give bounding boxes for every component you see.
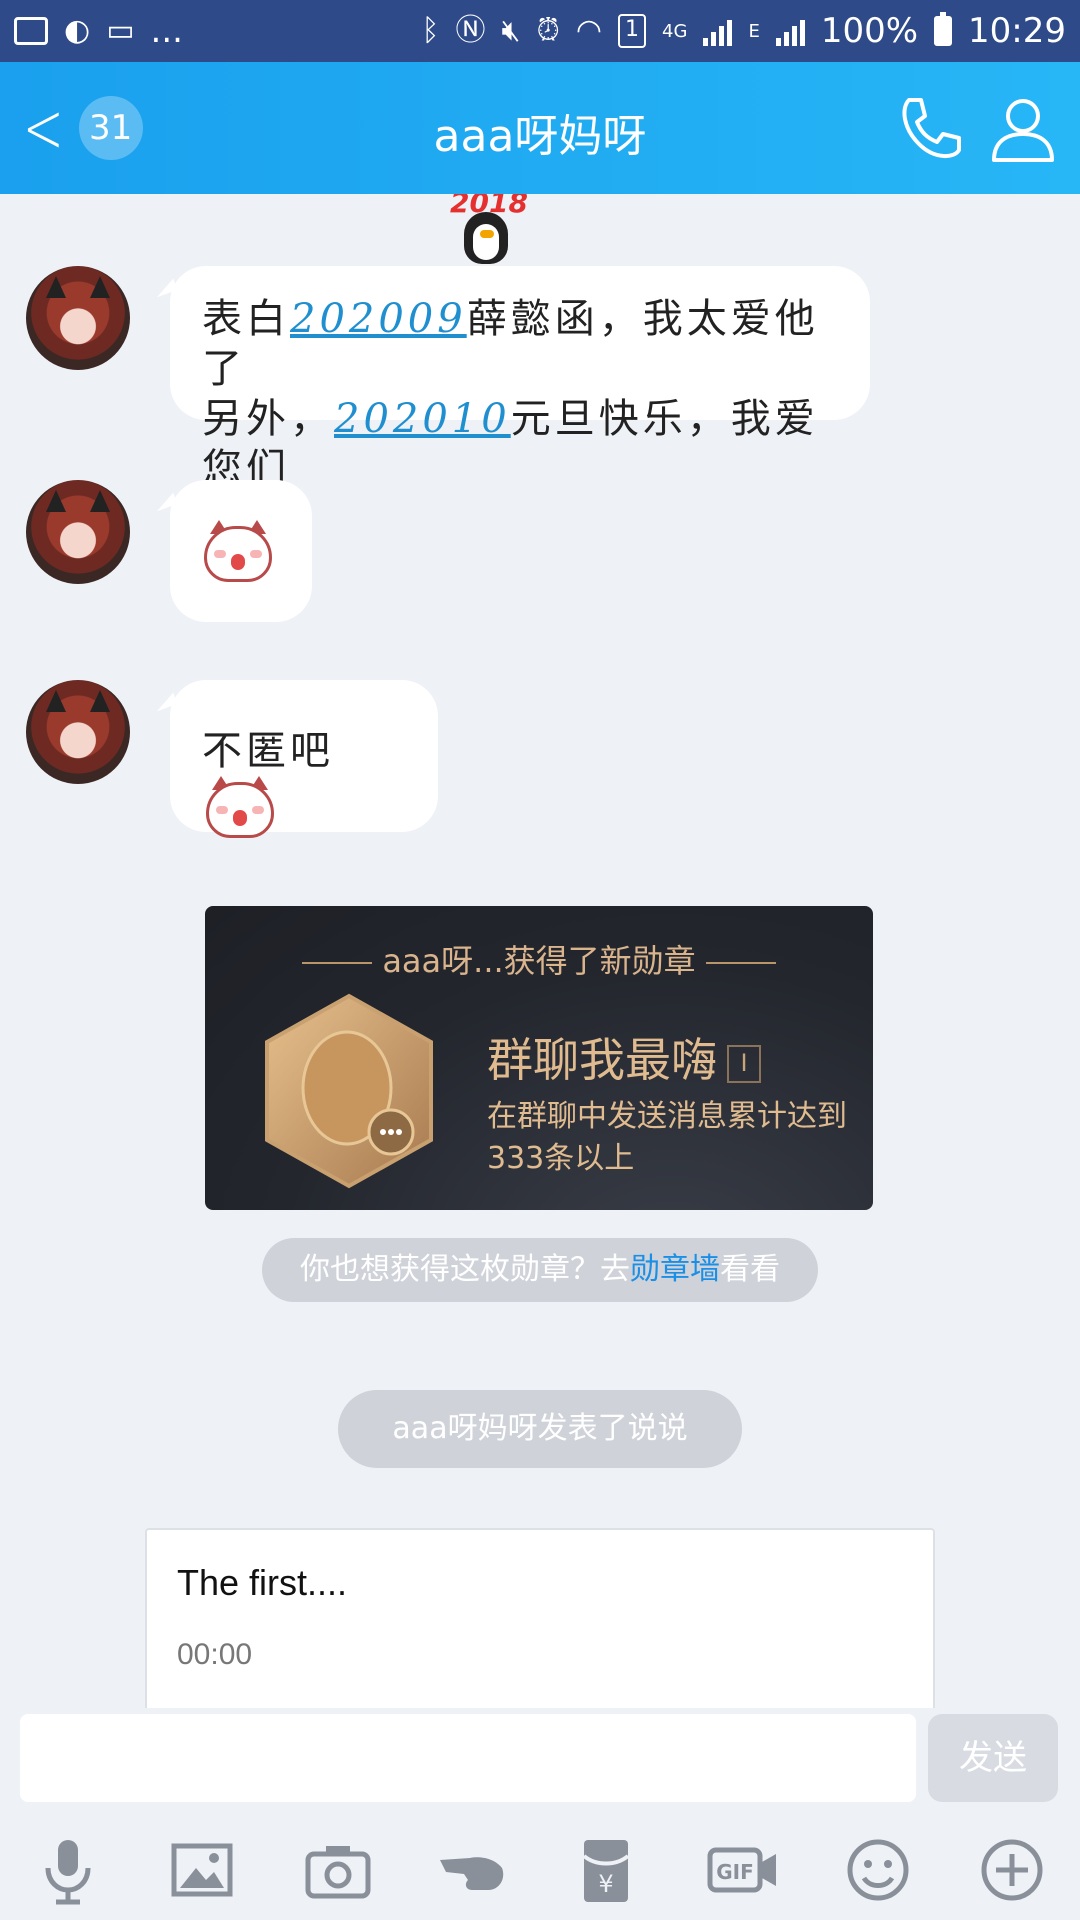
signal-strength-icon <box>703 16 733 46</box>
message-text-part: 另外， <box>202 396 334 442</box>
medal-badge-icon <box>265 993 433 1189</box>
svg-text:GIF: GIF <box>716 1860 754 1884</box>
composer-toolbar: ¥ GIF <box>0 1818 1080 1920</box>
shared-post-title: The first.... <box>177 1562 348 1603</box>
cat-covering-face-icon <box>200 520 276 586</box>
status-bar: ◐ ▭ ... ᛒ Ⓝ 🔇︎ ⏰︎ ◠ 1 4G E 100% 10:29 <box>0 0 1080 62</box>
post-notice-pill[interactable]: aaa呀妈呀发表了说说 <box>338 1390 742 1468</box>
gif-icon[interactable]: GIF <box>706 1834 778 1906</box>
message-text-part: 不匿吧 <box>202 728 334 774</box>
alarm-icon: ⏰︎ <box>536 13 560 48</box>
mute-icon: 🔇︎ <box>501 13 521 48</box>
battery-percent: 100% <box>820 11 919 51</box>
red-packet-icon[interactable]: ¥ <box>570 1834 642 1906</box>
nfc-icon: Ⓝ <box>455 13 486 48</box>
more-notifications-label: ... <box>150 11 183 51</box>
sender-avatar[interactable] <box>26 266 130 370</box>
emoji-icon[interactable] <box>842 1834 914 1906</box>
microphone-icon[interactable] <box>32 1834 104 1906</box>
medal-prompt-prefix: 你也想获得这枚勋章？去 <box>300 1252 630 1287</box>
message-bubble[interactable]: 不匿吧 <box>170 680 438 838</box>
plus-icon[interactable] <box>976 1834 1048 1906</box>
image-icon[interactable] <box>166 1834 238 1906</box>
edge-label: E <box>748 20 760 42</box>
profile-icon[interactable] <box>990 94 1056 164</box>
medal-description: 在群聊中发送消息累计达到333条以上 <box>487 1099 847 1176</box>
app-notification-icon: ◐ <box>64 13 91 48</box>
sim-slot-indicator: 1 <box>618 14 647 48</box>
medal-header: aaa呀...获得了新勋章 <box>205 936 873 982</box>
send-button[interactable]: 发送 <box>928 1714 1058 1802</box>
message-link[interactable]: 202009 <box>290 296 467 342</box>
chat-header: < 31 aaa呀妈呀 <box>0 62 1080 194</box>
network-type-label: 4G <box>662 20 688 42</box>
medal-name: 群聊我最嗨 I <box>487 1024 761 1090</box>
medal-wall-link[interactable]: 勋章墙 <box>630 1252 720 1287</box>
cat-laughing-icon <box>202 776 278 842</box>
wifi-icon: ◠ <box>575 13 603 48</box>
sender-avatar[interactable] <box>26 680 130 784</box>
shared-post-time: 00:00 <box>177 1638 253 1671</box>
clock: 10:29 <box>968 11 1066 51</box>
medal-level-badge: I <box>727 1044 761 1083</box>
svg-text:¥: ¥ <box>598 1870 613 1898</box>
penguin-2018-sticker: 2018 <box>440 194 530 268</box>
sticker-bubble[interactable] <box>170 480 312 622</box>
phone-icon[interactable] <box>895 94 965 164</box>
camera-icon[interactable] <box>302 1834 374 1906</box>
poke-icon[interactable] <box>436 1834 508 1906</box>
message-text: 不匿吧 <box>170 680 438 870</box>
gallery-notification-icon <box>14 17 48 45</box>
bluetooth-icon: ᛒ <box>421 13 440 48</box>
signal-strength-icon-2 <box>775 16 805 46</box>
message-input[interactable] <box>20 1714 916 1802</box>
message-text-part: 表白 <box>202 296 290 342</box>
medal-prompt-pill: 你也想获得这枚勋章？去勋章墙看看 <box>262 1238 818 1302</box>
medal-header-text: aaa呀...获得了新勋章 <box>382 942 696 980</box>
message-bubble[interactable]: 表白202009薛懿函，我太爱他了 另外，202010元旦快乐，我爱您们 <box>170 266 870 492</box>
sender-avatar[interactable] <box>26 480 130 584</box>
medal-card[interactable]: aaa呀...获得了新勋章 群聊我最嗨 I 在群聊中发送消息累计达到333条以上 <box>205 906 873 1210</box>
medal-prompt-suffix: 看看 <box>720 1252 780 1287</box>
shared-post-card[interactable]: The first.... 00:00 <box>145 1528 935 1708</box>
medal-name-text: 群聊我最嗨 <box>487 1033 717 1087</box>
message-notification-icon: ▭ <box>106 13 135 48</box>
message-link[interactable]: 202010 <box>334 396 511 442</box>
chat-message-list[interactable]: 2018 表白202009薛懿函，我太爱他了 另外，202010元旦快乐，我爱您… <box>0 194 1080 1708</box>
battery-icon <box>934 12 953 46</box>
